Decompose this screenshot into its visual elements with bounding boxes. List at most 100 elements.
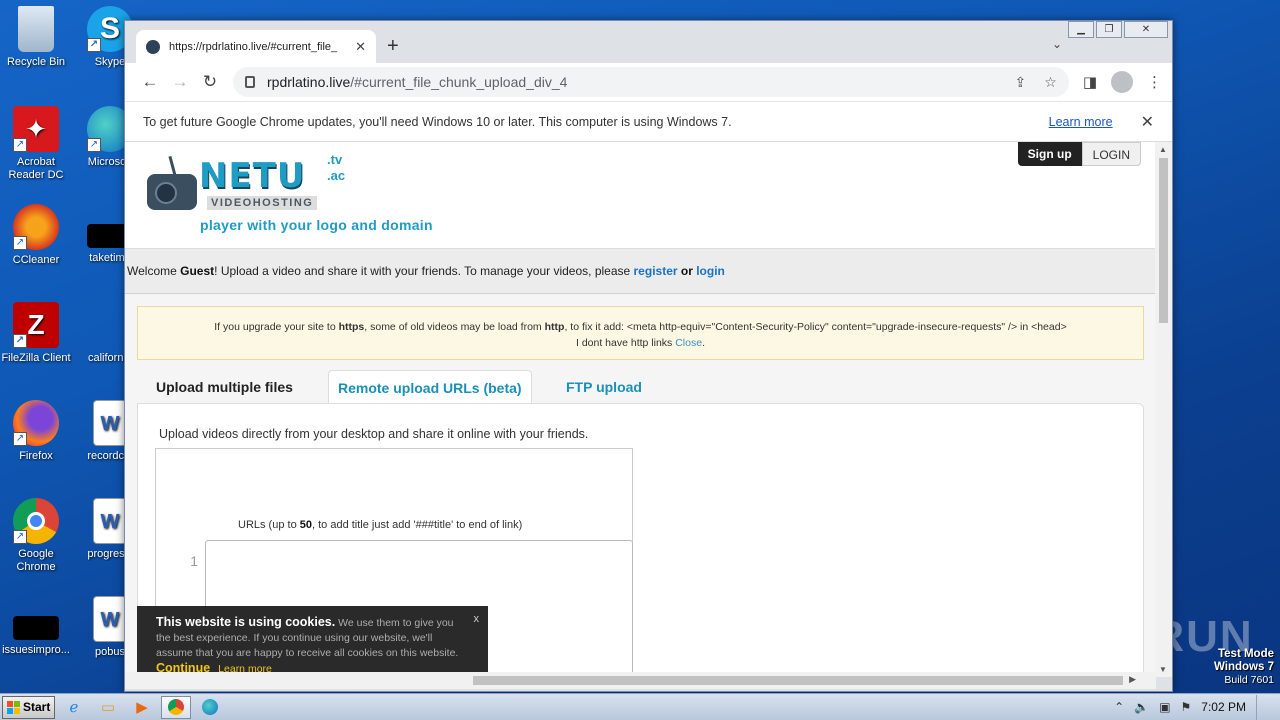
https-alert: If you upgrade your site to https, some … (137, 306, 1144, 360)
alert-end: . (702, 337, 705, 349)
logo-tld-ac: .ac (327, 168, 346, 183)
ie-taskbar-icon[interactable]: ℯ (59, 696, 89, 719)
build-label: Build 7601 (1224, 674, 1274, 686)
infobar-message: To get future Google Chrome updates, you… (143, 114, 732, 129)
register-link[interactable]: register (634, 264, 678, 278)
horizontal-scroll-thumb[interactable] (473, 676, 1123, 685)
alert-http: http (544, 321, 565, 333)
menu-kebab-icon[interactable]: ⋮ (1147, 73, 1162, 91)
url-host: rpdrlatino.live (267, 74, 351, 90)
page-viewport: NETU VIDEOHOSTING .tv .ac player with yo… (125, 142, 1156, 677)
infobar-close-icon[interactable]: ✕ (1141, 112, 1154, 132)
cookie-heading: This website is using cookies. (156, 615, 336, 629)
alert-https: https (338, 321, 365, 333)
welcome-or: or (677, 264, 697, 278)
desktop-icon-acrobat[interactable]: ✦ ↗ Acrobat Reader DC (0, 106, 72, 182)
tab-close-icon[interactable]: ✕ (355, 39, 366, 55)
tab-remote-upload[interactable]: Remote upload URLs (beta) (328, 370, 532, 404)
update-infobar: To get future Google Chrome updates, you… (125, 101, 1172, 142)
filezilla-icon: Z ↗ (13, 302, 59, 348)
tv-logo-icon (147, 155, 197, 212)
welcome-bar: Welcome Guest! Upload a video and share … (125, 248, 1156, 294)
show-desktop-button[interactable] (1256, 694, 1268, 720)
urls-label-a: URLs (up to (238, 519, 300, 531)
profile-avatar-icon[interactable] (1111, 71, 1133, 93)
url-path: /#current_file_chunk_upload_div_4 (350, 74, 568, 90)
browser-tab[interactable]: https://rpdrlatino.live/#current_file_ ✕ (136, 30, 376, 63)
desktop-icon-label: Firefox (19, 450, 53, 462)
desktop-icon-firefox[interactable]: ↗ Firefox (0, 400, 72, 463)
alert-close-link[interactable]: Close (675, 337, 702, 349)
scroll-up-icon[interactable]: ▲ (1159, 145, 1167, 154)
tab-ftp-upload[interactable]: FTP upload (557, 370, 651, 404)
recycle-bin-icon (18, 6, 54, 52)
lock-icon (245, 76, 255, 88)
scroll-down-icon[interactable]: ▼ (1159, 665, 1167, 674)
desktop-icon-label: issuesimpro... (2, 644, 70, 656)
bookmark-star-icon[interactable]: ☆ (1044, 74, 1057, 91)
tab-upload-multiple[interactable]: Upload multiple files (147, 370, 302, 404)
vertical-scrollbar[interactable]: ▲ ▼ (1155, 142, 1172, 677)
side-panel-icon[interactable]: ◨ (1083, 73, 1097, 91)
firefox-icon: ↗ (13, 400, 59, 446)
favicon-icon (146, 39, 160, 54)
taskbar: Start ℯ ▭ ▶ ⌃ 🔈 ▣ ⚑ 7:02 PM (0, 693, 1280, 720)
tagline: player with your logo and domain (200, 217, 433, 233)
cookie-close-button[interactable]: x (474, 612, 480, 627)
clock[interactable]: 7:02 PM (1201, 700, 1246, 714)
desktop-icon-label: Recycle Bin (6, 56, 66, 68)
desktop-icon-label: Google Chrome (16, 548, 56, 573)
explorer-taskbar-icon[interactable]: ▭ (93, 696, 123, 719)
chrome-icon: ↗ (13, 498, 59, 544)
os-label: Windows 7 (1214, 661, 1274, 673)
site-header: NETU VIDEOHOSTING .tv .ac player with yo… (125, 142, 1156, 248)
line-number: 1 (190, 553, 198, 569)
chrome-taskbar-icon[interactable] (161, 695, 191, 719)
scroll-right-icon[interactable]: ▶ (1129, 674, 1136, 685)
tab-strip: https://rpdrlatino.live/#current_file_ ✕… (125, 21, 1172, 63)
reload-button[interactable]: ↻ (195, 67, 225, 97)
alert-text: If you upgrade your site to (214, 321, 339, 333)
action-center-flag-icon[interactable]: ⚑ (1181, 700, 1192, 714)
horizontal-scrollbar[interactable]: ▶ (125, 672, 1156, 689)
desktop-icon-recycle-bin[interactable]: Recycle Bin (0, 6, 72, 69)
desktop-icon-filezilla[interactable]: Z ↗ FileZilla Client (0, 302, 72, 365)
desktop-icon-issuesimpro[interactable]: issuesimpro... (0, 596, 72, 657)
ccleaner-icon: ↗ (13, 204, 59, 250)
acrobat-icon: ✦ ↗ (13, 106, 59, 152)
cookie-banner: x This website is using cookies. We use … (137, 606, 488, 677)
start-label: Start (23, 700, 51, 714)
network-icon[interactable]: ▣ (1159, 700, 1170, 714)
chrome-window: ▁ ❐ ✕ https://rpdrlatino.live/#current_f… (124, 20, 1173, 692)
desktop-icon-label: FileZilla Client (1, 352, 71, 364)
desktop-icon-ccleaner[interactable]: ↗ CCleaner (0, 204, 72, 267)
urls-label-b: , to add title just add '###title' to en… (312, 519, 523, 531)
start-button[interactable]: Start (2, 695, 55, 719)
share-icon[interactable]: ⇪ (1015, 74, 1027, 91)
system-tray: ⌃ 🔈 ▣ ⚑ 7:02 PM (1114, 694, 1280, 720)
welcome-text: Welcome (127, 264, 181, 278)
browser-toolbar: ← → ↻ rpdrlatino.live /#current_file_chu… (125, 63, 1172, 101)
new-tab-button[interactable]: + (387, 35, 399, 58)
tab-title: https://rpdrlatino.live/#current_file_ (169, 40, 338, 53)
address-bar[interactable]: rpdrlatino.live /#current_file_chunk_upl… (233, 67, 1069, 97)
forward-button[interactable]: → (165, 67, 195, 97)
urls-limit: 50 (299, 519, 312, 531)
tab-search-icon[interactable]: ⌄ (1052, 37, 1062, 51)
word-doc-icon: W (93, 596, 127, 642)
tray-expand-icon[interactable]: ⌃ (1114, 700, 1124, 714)
infobar-learn-more-link[interactable]: Learn more (1049, 115, 1113, 129)
word-doc-icon: W (93, 400, 127, 446)
login-button[interactable]: LOGIN (1081, 142, 1141, 166)
media-player-taskbar-icon[interactable]: ▶ (127, 696, 157, 719)
test-mode-notice: Test Mode Windows 7 Build 7601 (1214, 648, 1274, 687)
login-link[interactable]: login (696, 264, 725, 278)
desktop-icon-chrome[interactable]: ↗ Google Chrome (0, 498, 72, 574)
volume-icon[interactable]: 🔈 (1134, 700, 1149, 714)
back-button[interactable]: ← (135, 67, 165, 97)
signup-button[interactable]: Sign up (1017, 142, 1082, 166)
vertical-scroll-thumb[interactable] (1159, 158, 1168, 323)
edge-taskbar-icon[interactable] (195, 696, 225, 719)
alert-text-2: I dont have http links (575, 337, 676, 349)
logo-name[interactable]: NETU (199, 156, 305, 196)
